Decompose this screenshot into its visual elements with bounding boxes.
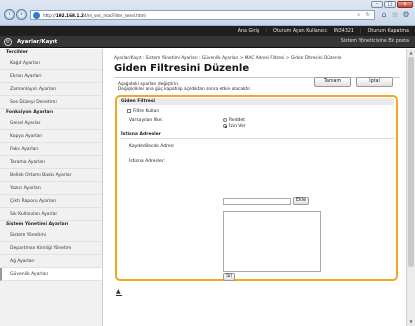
exception-address-list[interactable]	[223, 211, 321, 272]
scroll-up-icon[interactable]: ▲	[408, 50, 414, 56]
sidebar-item-display[interactable]: Ekran Ayarları	[0, 70, 102, 83]
logout-link[interactable]: Oturum Kapatma	[368, 29, 409, 34]
app-title: Ayarlar/Kayıt	[17, 39, 58, 45]
allow-label: İzin Ver	[229, 123, 246, 129]
exceptions-title: İstisna Adresler	[121, 132, 161, 137]
logged-in-user-label: Oturum Açan Kullanıcı:	[272, 28, 328, 34]
ok-button[interactable]: Tamam	[314, 77, 351, 87]
scrollbar-thumb[interactable]	[408, 57, 414, 267]
search-icon[interactable]: ⌕	[357, 12, 362, 18]
close-window-button[interactable]: x	[397, 1, 413, 8]
exception-list-label: İstisna Adresler:	[129, 159, 166, 164]
star-icon[interactable]: ☆	[390, 10, 400, 20]
browser-logo-icon	[33, 11, 40, 19]
sidebar-section-title: Fonksiyon Ayarları	[6, 110, 54, 115]
address-tools: ⌕ ↻	[357, 12, 372, 18]
url-text: http://192.168.1.24/m_sec_macFilter_send…	[43, 12, 146, 18]
sidebar-item-security[interactable]: Güvenlik Ayarları	[0, 268, 102, 281]
sidebar-item-scan[interactable]: Tarama Ayarları	[0, 156, 102, 169]
use-filter-label: Filtre Kullan	[133, 108, 160, 114]
main-content: Ayarlar/Kayıt : Sistem Yönetimi Ayarları…	[104, 49, 406, 326]
sidebar: Tercihler Kağıt Ayarları Ekran Ayarları …	[0, 49, 103, 326]
minimize-button[interactable]: –	[371, 1, 383, 8]
gear-icon[interactable]: ⚙	[401, 10, 411, 20]
sidebar-item-system-management[interactable]: Sistem Yönetimi	[0, 229, 102, 242]
restart-note: Değişiklikler ana güç kapatılıp açıldıkt…	[118, 87, 252, 92]
refresh-icon[interactable]: ↻	[366, 12, 372, 18]
app-top-bar: Ana Giriş | Oturum Açan Kullanıcı: IN343…	[0, 26, 415, 36]
admin-mode-link[interactable]: Sistem Yöneticisine Ek posta	[341, 39, 409, 44]
sidebar-item-report[interactable]: Çıktı Raporu Ayarları	[0, 195, 102, 208]
sidebar-section-title: Tercihler	[6, 50, 28, 55]
browser-chrome: – □ x ‹ › http://192.168.1.24/m_sec_macF…	[0, 0, 415, 26]
add-button[interactable]: Ekle	[293, 197, 309, 205]
divider: |	[265, 28, 267, 34]
sidebar-item-paper[interactable]: Kağıt Ayarları	[0, 57, 102, 70]
cancel-button[interactable]: İptal	[356, 77, 393, 87]
reject-radio[interactable]	[223, 118, 227, 122]
settings-logo-icon: ⚙	[4, 38, 12, 46]
breadcrumb: Ayarlar/Kayıt : Sistem Yönetimi Ayarları…	[114, 56, 342, 61]
divider: |	[359, 28, 362, 34]
window-controls: – □ x	[371, 1, 413, 8]
app-header: ⚙ Ayarlar/Kayıt Sistem Yöneticisine Ek p…	[0, 36, 415, 48]
back-to-top-icon[interactable]: ▲	[116, 288, 122, 296]
use-filter-checkbox[interactable]	[127, 109, 131, 113]
outgoing-filter-panel: Giden Filtresi Filtre Kullan Varsayılan …	[115, 95, 398, 281]
sidebar-section-title: Sistem Yönetimi Ayarları	[6, 222, 69, 227]
sidebar-item-fax[interactable]: Faks Ayarları	[0, 143, 102, 156]
scrollbar[interactable]: ▲ ▼	[406, 49, 415, 326]
register-address-label: Kaydedilecek Adres:	[129, 144, 175, 149]
username: IN34321	[333, 28, 354, 34]
sidebar-item-timer[interactable]: Zamanlayıcı Ayarları	[0, 83, 102, 96]
sidebar-item-memory-print[interactable]: Bellek Ortamı Baskı Ayarlar	[0, 169, 102, 182]
delete-button[interactable]: Sil	[223, 273, 235, 281]
default-policy-label: Varsayılan İlke:	[129, 118, 163, 123]
forward-icon[interactable]: ›	[16, 9, 27, 20]
back-icon[interactable]: ‹	[4, 9, 15, 20]
sidebar-item-copy[interactable]: Kopya Ayarları	[0, 130, 102, 143]
divider	[120, 138, 395, 139]
home-icon[interactable]: ⌂	[379, 10, 389, 20]
sidebar-item-volume[interactable]: Ses Düzeyi Denetimi	[0, 96, 102, 109]
sidebar-item-printer[interactable]: Yazıcı Ayarları	[0, 182, 102, 195]
sidebar-item-department-id[interactable]: Departman Kimliği Yönetim	[0, 242, 102, 255]
sidebar-item-common[interactable]: Genel Ayarlar	[0, 117, 102, 130]
sidebar-item-favorites[interactable]: Sık Kullanılan Ayarlar	[0, 208, 102, 221]
sidebar-item-network[interactable]: Ağ Ayarları	[0, 255, 102, 268]
section-title: Giden Filtresi	[119, 98, 394, 105]
maximize-button[interactable]: □	[384, 1, 396, 8]
home-link[interactable]: Ana Giriş	[238, 29, 260, 34]
page-title: Giden Filtresini Düzenle	[114, 63, 250, 74]
register-address-input[interactable]	[223, 198, 291, 205]
address-bar[interactable]: http://192.168.1.24/m_sec_macFilter_send…	[30, 10, 375, 20]
scroll-down-icon[interactable]: ▼	[408, 319, 414, 325]
allow-radio[interactable]	[223, 124, 227, 128]
reject-label: Reddet	[229, 117, 245, 123]
